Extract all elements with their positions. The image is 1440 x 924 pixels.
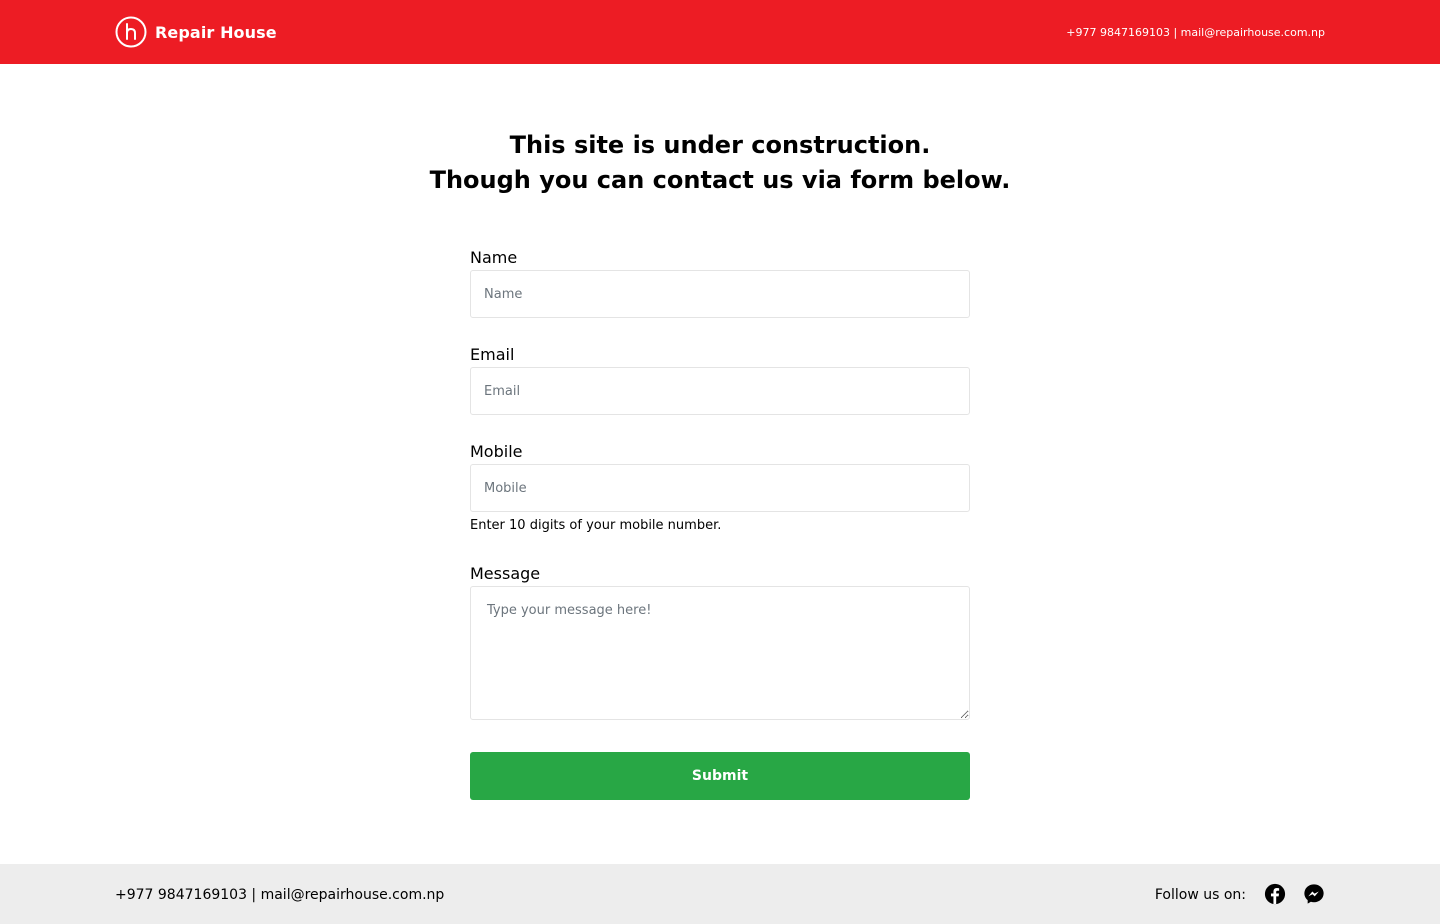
mobile-group: Mobile Enter 10 digits of your mobile nu… [470, 440, 970, 535]
name-group: Name [470, 246, 970, 318]
follow-label: Follow us on: [1154, 887, 1246, 903]
brand-link[interactable]: Repair House [115, 16, 277, 48]
mobile-help-text: Enter 10 digits of your mobile number. [470, 518, 722, 533]
brand-name: Repair House [155, 22, 277, 42]
email-label: Email [470, 345, 515, 364]
footer-contact: +977 9847169103 | mail@repairhouse.com.n… [115, 887, 445, 903]
name-label: Name [470, 248, 518, 267]
message-group: Message [470, 562, 970, 720]
message-label: Message [470, 564, 541, 583]
submit-button[interactable]: Submit [470, 752, 970, 800]
email-input[interactable] [470, 367, 970, 415]
message-textarea[interactable] [470, 586, 970, 720]
mobile-label: Mobile [470, 442, 523, 461]
name-input[interactable] [470, 270, 970, 318]
site-header: Repair House +977 9847169103 | mail@repa… [0, 0, 1440, 64]
page-title-line2: Though you can contact us via form below… [429, 166, 1011, 194]
page-title-line1: This site is under construction. [509, 131, 931, 159]
site-footer: +977 9847169103 | mail@repairhouse.com.n… [0, 864, 1440, 924]
logo-icon [115, 16, 147, 48]
page-title: This site is under construction. Though … [0, 128, 1440, 198]
social-links: Follow us on: [1155, 880, 1325, 908]
messenger-icon[interactable] [1303, 883, 1325, 905]
facebook-icon[interactable] [1264, 883, 1286, 905]
email-group: Email [470, 343, 970, 415]
mobile-input[interactable] [470, 464, 970, 512]
header-contact: +977 9847169103 | mail@repairhouse.com.n… [1066, 26, 1325, 39]
